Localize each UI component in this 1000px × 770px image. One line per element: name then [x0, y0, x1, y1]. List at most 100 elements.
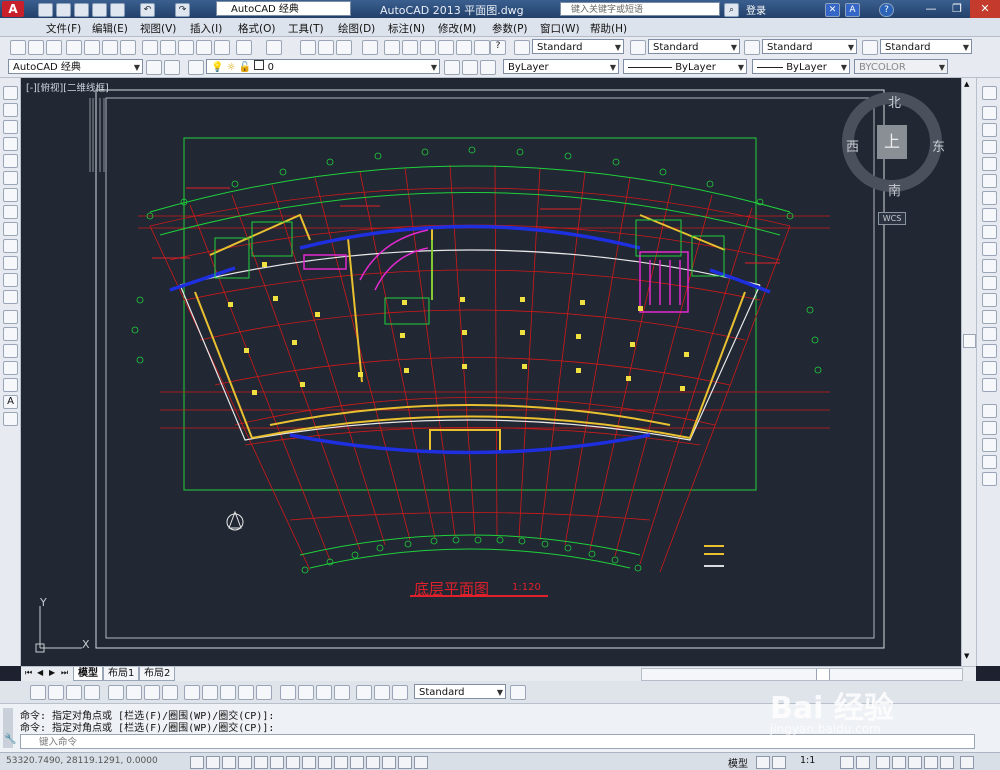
copy-object-icon[interactable]: [982, 106, 997, 120]
layer-previous-icon[interactable]: [462, 60, 478, 75]
table-icon[interactable]: [3, 378, 18, 392]
compass-north-label[interactable]: 北: [888, 92, 901, 111]
block-editor-icon[interactable]: [214, 40, 230, 55]
hardware-acceleration-icon[interactable]: [908, 756, 922, 769]
join-icon[interactable]: [982, 310, 997, 324]
qnew-icon[interactable]: [38, 3, 53, 17]
tab-layout2[interactable]: 布局2: [139, 667, 176, 681]
zoom-realtime-icon[interactable]: [318, 40, 334, 55]
extend-icon[interactable]: [982, 259, 997, 273]
dim-style-manager-icon[interactable]: [510, 685, 526, 700]
stretch-icon[interactable]: [982, 225, 997, 239]
angular-dim-icon[interactable]: [162, 685, 178, 700]
tab-model[interactable]: 模型: [73, 667, 103, 681]
matchprop-icon[interactable]: [196, 40, 212, 55]
maximize-button[interactable]: ❐: [944, 0, 970, 18]
tab-prev-icon[interactable]: ◀: [37, 668, 43, 677]
menu-edit[interactable]: 编辑(E): [92, 21, 128, 36]
mleader-style-combo[interactable]: Standard ▼: [880, 39, 972, 54]
text-front-icon[interactable]: [982, 472, 997, 486]
copy-icon[interactable]: [160, 40, 176, 55]
a360-icon[interactable]: A: [845, 3, 860, 17]
login-link[interactable]: 登录: [746, 2, 766, 17]
dynamic-ucs-icon[interactable]: [318, 756, 332, 769]
offset-icon[interactable]: [982, 140, 997, 154]
menu-tools[interactable]: 工具(T): [288, 21, 324, 36]
clean-screen-icon[interactable]: [960, 756, 974, 769]
pan-icon[interactable]: [300, 40, 316, 55]
tab-layout1[interactable]: 布局1: [103, 667, 140, 681]
qsave-icon[interactable]: [74, 3, 89, 17]
linear-dim-icon[interactable]: [30, 685, 46, 700]
layer-state-icon[interactable]: [480, 60, 496, 75]
trim-icon[interactable]: [982, 242, 997, 256]
draworder-front-icon[interactable]: [982, 404, 997, 418]
lineweight-toggle-icon[interactable]: [350, 756, 364, 769]
break-icon[interactable]: [982, 293, 997, 307]
tab-last-icon[interactable]: ⏭: [61, 668, 68, 678]
draworder-under-icon[interactable]: [982, 455, 997, 469]
hatch-icon[interactable]: [3, 327, 18, 341]
drawing-canvas[interactable]: [21, 78, 961, 666]
qopen-icon[interactable]: [56, 3, 71, 17]
aligned-dim-icon[interactable]: [48, 685, 64, 700]
workspace-combo[interactable]: AutoCAD 经典 ▼: [8, 59, 143, 74]
calculator-icon[interactable]: [474, 40, 490, 55]
wcs-menu[interactable]: WCS: [878, 212, 906, 225]
properties-icon[interactable]: [384, 40, 400, 55]
revision-cloud-icon[interactable]: [3, 205, 18, 219]
zoom-window-icon[interactable]: [336, 40, 352, 55]
lineweight-combo[interactable]: ByLayer ▼: [752, 59, 850, 74]
coordinate-readout[interactable]: 53320.7490, 28119.1291, 0.0000: [6, 756, 158, 766]
vertical-scrollbar[interactable]: ▲ ▼: [961, 78, 976, 666]
gradient-icon[interactable]: [3, 344, 18, 358]
dim-update-icon[interactable]: [392, 685, 408, 700]
table-style-icon[interactable]: [744, 40, 760, 55]
publish-icon[interactable]: [102, 40, 118, 55]
mtext-icon[interactable]: A: [3, 395, 18, 409]
dim-text-edit-icon[interactable]: [374, 685, 390, 700]
dim-space-icon[interactable]: [238, 685, 254, 700]
isolate-objects-icon[interactable]: [924, 756, 938, 769]
dim-edit-icon[interactable]: [356, 685, 372, 700]
compass-east-label[interactable]: 东: [932, 136, 945, 155]
3d-dwf-icon[interactable]: [120, 40, 136, 55]
jogged-linear-icon[interactable]: [334, 685, 350, 700]
design-center-icon[interactable]: [402, 40, 418, 55]
dynamic-input-icon[interactable]: [334, 756, 348, 769]
compass-west-label[interactable]: 西: [846, 136, 859, 155]
scale-icon[interactable]: [982, 208, 997, 222]
menu-window[interactable]: 窗口(W): [540, 21, 580, 36]
construction-line-icon[interactable]: [3, 103, 18, 117]
close-button[interactable]: ✕: [970, 0, 1000, 18]
center-mark-icon[interactable]: [298, 685, 314, 700]
model-space-toggle[interactable]: 模型: [728, 755, 748, 770]
point-icon[interactable]: [3, 310, 18, 324]
tool-palettes-icon[interactable]: [420, 40, 436, 55]
spline-icon[interactable]: [3, 222, 18, 236]
scroll-thumb[interactable]: [963, 334, 976, 348]
break-at-point-icon[interactable]: [982, 276, 997, 290]
annotation-scale[interactable]: 1:1: [800, 755, 815, 766]
transparency-icon[interactable]: [366, 756, 380, 769]
infer-constraints-icon[interactable]: [190, 756, 204, 769]
explode-icon[interactable]: [982, 378, 997, 392]
dim-style-combo[interactable]: Standard ▼: [648, 39, 740, 54]
customize-icon[interactable]: [164, 60, 180, 75]
menu-help[interactable]: 帮助(H): [590, 21, 627, 36]
print-icon[interactable]: [110, 3, 125, 17]
make-block-icon[interactable]: [3, 290, 18, 304]
3d-osnap-icon[interactable]: [286, 756, 300, 769]
tab-next-icon[interactable]: ▶: [49, 668, 55, 677]
workspace-settings-icon[interactable]: [146, 60, 162, 75]
dim-style-icon[interactable]: [630, 40, 646, 55]
help-icon[interactable]: ?: [879, 3, 894, 17]
hscroll-thumb[interactable]: [816, 669, 830, 680]
command-input[interactable]: 键入命令: [20, 734, 975, 749]
status-menu-icon[interactable]: [940, 756, 954, 769]
ordinate-dim-icon[interactable]: [84, 685, 100, 700]
scroll-down-icon[interactable]: ▼: [964, 652, 973, 661]
insert-block-icon[interactable]: [3, 273, 18, 287]
minimize-button[interactable]: —: [918, 0, 944, 18]
draworder-back-icon[interactable]: [982, 421, 997, 435]
